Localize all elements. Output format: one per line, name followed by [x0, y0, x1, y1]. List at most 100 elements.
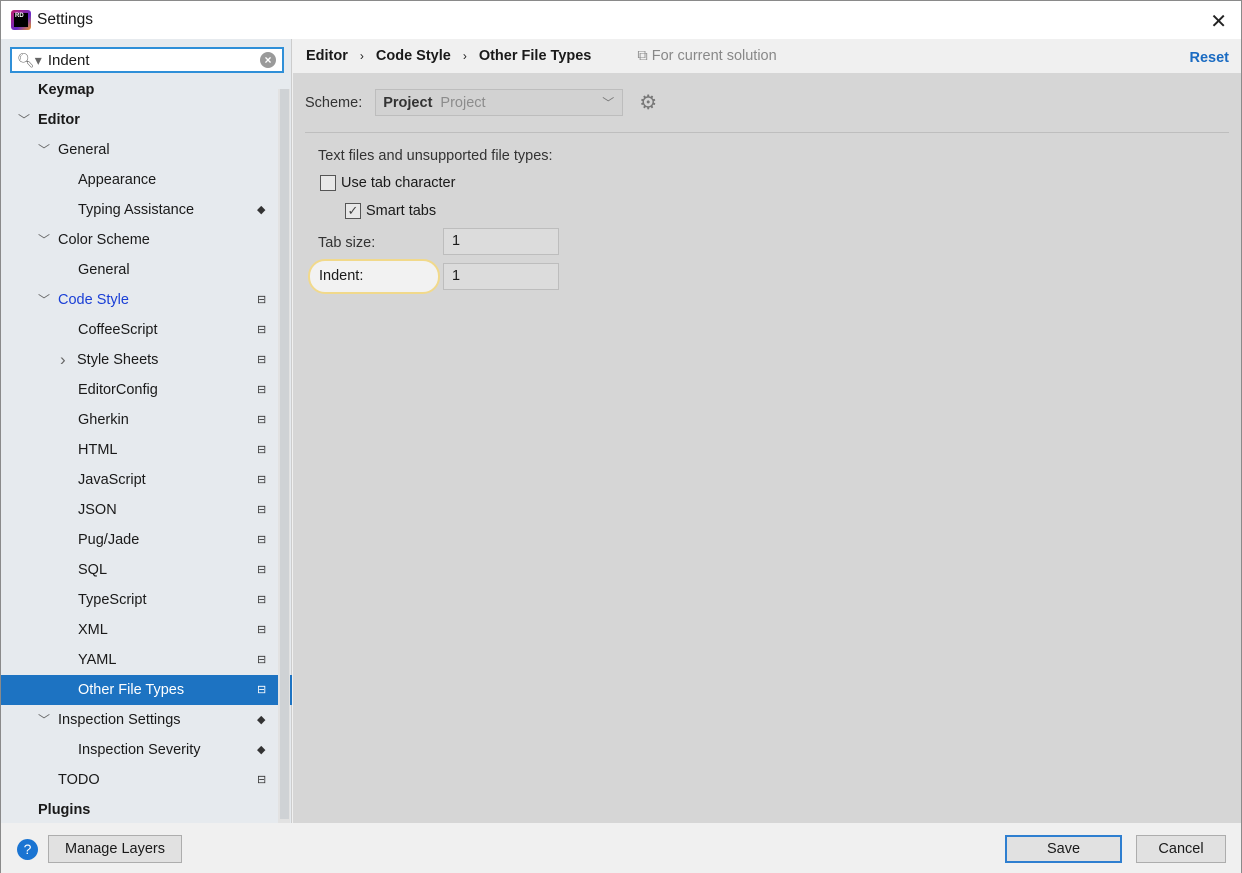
use-tab-label[interactable]: Use tab character [341, 175, 455, 191]
tree-item[interactable]: Plugins [1, 795, 278, 825]
manage-layers-button[interactable]: Manage Layers [48, 835, 182, 863]
use-tab-checkbox[interactable] [320, 175, 336, 191]
save-button[interactable]: Save [1005, 835, 1122, 863]
tree-item[interactable]: ﹀ Code Style ⊟ [1, 285, 278, 315]
scheme-label: Scheme: [305, 94, 363, 111]
briefcase-icon: ⊟ [257, 534, 267, 546]
tree-item[interactable]: Typing Assistance ◆ [1, 195, 278, 225]
section-label: Text files and unsupported file types: [318, 148, 553, 164]
scheme-row: Scheme: Project Project ﹀ ⚙ [305, 89, 657, 116]
briefcase-icon: ⊟ [257, 684, 267, 696]
title-bar: RD Settings ✕ [1, 1, 1241, 39]
tree-item[interactable]: Keymap [1, 75, 278, 105]
breadcrumb-item: Code Style [375, 48, 451, 64]
footer: ? Manage Layers Save Cancel [1, 823, 1241, 873]
tree-item-label: EditorConfig [78, 382, 158, 398]
tree-item-label: Inspection Severity [78, 742, 201, 758]
app-logo: RD [11, 10, 31, 30]
smart-tabs-checkbox[interactable]: ✓ [345, 203, 361, 219]
reset-link[interactable]: Reset [1190, 50, 1230, 66]
layers-icon: ◆ [257, 204, 266, 216]
briefcase-icon: ⊟ [257, 474, 267, 486]
tab-size-input[interactable]: 1 [443, 228, 559, 255]
settings-tree: Keymap ﹀ Editor ﹀ General Appearance Typing As… [1, 75, 292, 825]
tree-item[interactable]: Pug/Jade ⊟ [1, 525, 278, 555]
scheme-value-sub: Project [440, 94, 486, 111]
tab-size-label: Tab size: [318, 235, 376, 251]
scheme-select[interactable]: Project Project ﹀ [375, 89, 624, 116]
scope-text: For current solution [651, 48, 777, 64]
smart-tabs-label[interactable]: Smart tabs [366, 203, 436, 219]
tree-item[interactable]: General [1, 255, 278, 285]
tree-item-label: Editor [38, 112, 80, 128]
tree-item-label: JavaScript [78, 472, 146, 488]
tree-item[interactable]: JSON ⊟ [1, 495, 278, 525]
scrollbar[interactable] [278, 89, 290, 823]
search-icon[interactable]: 🔍︎▾ [17, 52, 42, 69]
scrollbar-thumb[interactable] [280, 89, 289, 819]
tree-item-label: Other File Types [78, 682, 185, 698]
tree-item-label: HTML [78, 442, 118, 458]
tree-item-label: Typing Assistance [78, 202, 195, 218]
tree-item-label: General [78, 262, 130, 278]
scheme-value: Project [383, 94, 433, 111]
briefcase-icon: ⊟ [257, 384, 267, 396]
briefcase-icon: ⊟ [257, 564, 267, 576]
divider [305, 132, 1229, 133]
tree-item-label: CoffeeScript [78, 322, 158, 338]
chevron-down-icon: ﹀ [602, 96, 615, 110]
tree-item-label: Color Scheme [58, 232, 150, 248]
indent-label: Indent: [308, 259, 440, 294]
tree-item[interactable]: ﹀ Editor [1, 105, 278, 135]
breadcrumb-item: Other File Types [478, 48, 592, 64]
tree-item-label: Style Sheets [77, 352, 159, 368]
briefcase-icon: ⊟ [257, 444, 267, 456]
tree-item[interactable]: ﹀ Inspection Settings ◆ [1, 705, 278, 735]
tree-item[interactable]: XML ⊟ [1, 615, 278, 645]
breadcrumb: Editor › Code Style › Other File Types ⧉ F… [293, 39, 1241, 73]
tree-item-label: Pug/Jade [78, 532, 140, 548]
layers-icon: ◆ [257, 744, 266, 756]
chevron-right-icon: › [359, 49, 364, 63]
tree-item[interactable]: CoffeeScript ⊟ [1, 315, 278, 345]
tree-item[interactable]: TODO ⊟ [1, 765, 278, 795]
tree-item[interactable]: YAML ⊟ [1, 645, 278, 675]
tree-item[interactable]: ﹀ General [1, 135, 278, 165]
search-input[interactable]: 🔍︎▾ Indent × [10, 47, 284, 73]
tree-item[interactable]: JavaScript ⊟ [1, 465, 278, 495]
briefcase-icon: ⊟ [257, 504, 267, 516]
briefcase-icon: ⊟ [257, 414, 267, 426]
tree-item-label: XML [78, 622, 108, 638]
tree-item[interactable]: Inspection Severity ◆ [1, 735, 278, 765]
tree-item[interactable]: SQL ⊟ [1, 555, 278, 585]
tree-item[interactable]: Appearance [1, 165, 278, 195]
tree-item[interactable]: Other File Types ⊟ [1, 675, 292, 705]
settings-sidebar: 🔍︎▾ Indent × Keymap ﹀ Editor ﹀ General Appear… [1, 39, 292, 823]
tree-item[interactable]: TypeScript ⊟ [1, 585, 278, 615]
tree-item[interactable]: › Style Sheets ⊟ [1, 345, 278, 375]
clear-search-icon[interactable]: × [260, 52, 276, 68]
tree-item[interactable]: Gherkin ⊟ [1, 405, 278, 435]
chevron-down-icon[interactable]: ﹀ [38, 225, 50, 255]
tree-item[interactable]: EditorConfig ⊟ [1, 375, 278, 405]
tree-item-label: Code Style [58, 292, 129, 308]
close-button[interactable]: ✕ [1210, 9, 1227, 34]
indent-input[interactable]: 1 [443, 263, 559, 290]
chevron-down-icon[interactable]: ﹀ [38, 705, 50, 735]
tree-item-label: Plugins [38, 802, 91, 818]
tree-item-label: Appearance [78, 172, 157, 188]
chevron-down-icon[interactable]: ﹀ [18, 105, 30, 135]
tree-item[interactable]: HTML ⊟ [1, 435, 278, 465]
tree-item[interactable]: ﹀ Color Scheme [1, 225, 278, 255]
scope-label: ⧉ For current solution [637, 48, 776, 64]
breadcrumb-item: Editor [306, 48, 348, 64]
chevron-right-icon[interactable]: › [60, 345, 66, 375]
cancel-button[interactable]: Cancel [1136, 835, 1226, 863]
chevron-down-icon[interactable]: ﹀ [38, 285, 50, 315]
chevron-down-icon[interactable]: ﹀ [38, 135, 50, 165]
search-value[interactable]: Indent [48, 52, 90, 69]
gear-icon[interactable]: ⚙ [639, 90, 657, 115]
briefcase-icon: ⊟ [257, 774, 267, 786]
help-icon[interactable]: ? [17, 839, 38, 860]
tree-item-label: YAML [78, 652, 117, 668]
